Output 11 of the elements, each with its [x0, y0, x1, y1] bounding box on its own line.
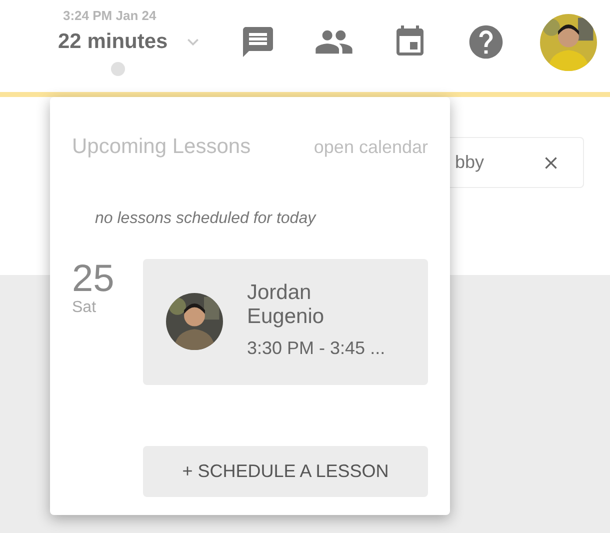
empty-note: no lessons scheduled for today — [95, 208, 318, 228]
day-number: 25 — [72, 258, 116, 298]
schedule-lesson-button[interactable]: + SCHEDULE A LESSON — [143, 446, 428, 497]
student-name: Jordan Eugenio — [247, 281, 326, 329]
duration: 22 minutes — [58, 29, 168, 55]
weekday: Sat — [72, 298, 98, 316]
lesson-card[interactable]: Jordan Eugenio 3:30 PM - 3:45 ... — [143, 258, 428, 384]
message-icon[interactable] — [240, 24, 276, 60]
lesson-time: 3:30 PM - 3:45 ... — [247, 337, 386, 360]
popover-title: Upcoming Lessons — [72, 134, 251, 160]
timestamp: 3:24 PM Jan 24 — [63, 8, 156, 24]
